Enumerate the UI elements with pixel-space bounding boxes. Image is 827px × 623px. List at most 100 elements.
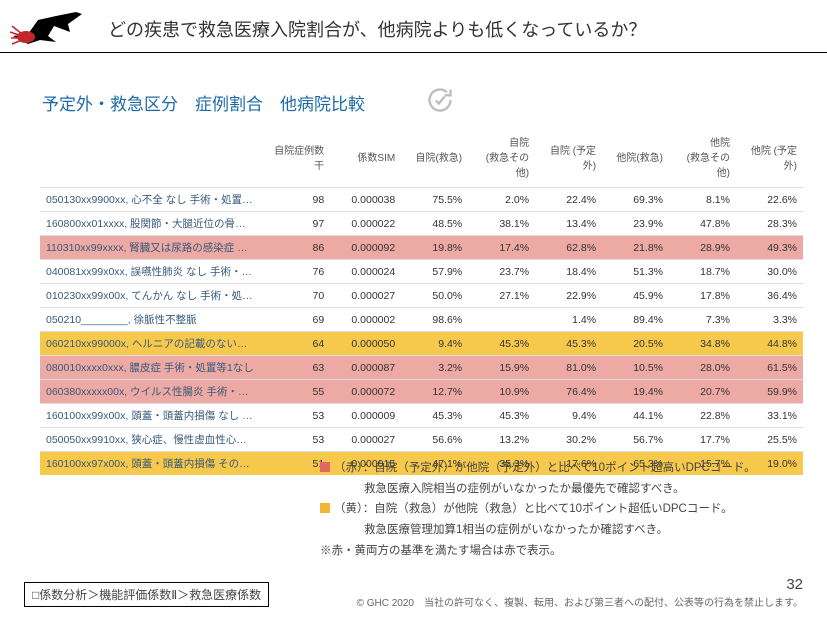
table-row: 060210xx99000x, ヘルニアの記載のない腸閉塞..640.00005… [40,332,803,356]
cell: 33.1% [736,404,803,428]
cell: 0.000024 [330,260,401,284]
cell: 0.000087 [330,356,401,380]
subtitle: 予定外・救急区分 症例割合 他病院比較 [42,90,365,115]
cell: 22.9% [535,284,602,308]
legend-note: ※赤・黄両方の基準を満たす場合は赤で表示。 [320,541,756,562]
cell: 19.8% [401,236,468,260]
cell: 28.9% [669,236,736,260]
row-label: 050210________, 徐脈性不整脈 [40,308,261,332]
cell: 53 [261,404,330,428]
cell: 7.3% [669,308,736,332]
row-label: 050050xx9910xx, 狭心症、慢性虚血性心疾患 なし.. [40,428,261,452]
comparison-table: 自院症例数 干係数SIM自院(救急)自院 (救急その他)自院 (予定外)他院(救… [40,130,803,475]
page-title: どの疾患で救急医療入院割合が、他病院よりも低くなっているか？ [108,16,646,42]
cell: 47.8% [669,212,736,236]
cell: 20.7% [669,380,736,404]
refresh-icon [426,86,454,117]
legend-yel-2: 救急医療管理加算1相当の症例がいなかったか確認すべき。 [364,524,668,536]
cell: 23.9% [602,212,669,236]
table-row: 050210________, 徐脈性不整脈690.00000298.6%1.4… [40,308,803,332]
row-label: 080010xxxx0xxx, 膿皮症 手術・処置等1なし [40,356,261,380]
cell: 81.0% [535,356,602,380]
cell: 21.8% [602,236,669,260]
cell: 48.5% [401,212,468,236]
cell: 22.8% [669,404,736,428]
cell: 9.4% [401,332,468,356]
table-row: 060380xxxxx00x, ウイルス性腸炎 手術・処置等2..550.000… [40,380,803,404]
cell: 3.2% [401,356,468,380]
row-label: 060210xx99000x, ヘルニアの記載のない腸閉塞.. [40,332,261,356]
table-row: 040081xx99x0xx, 誤嚥性肺炎 なし 手術・処置等2..760.00… [40,260,803,284]
cell: 17.8% [669,284,736,308]
cell: 0.000022 [330,212,401,236]
col-header: 自院(救急) [401,130,468,188]
col-header: 自院 (予定外) [535,130,602,188]
col-header: 係数SIM [330,130,401,188]
cell: 30.2% [535,428,602,452]
cell: 98 [261,188,330,212]
cell: 44.1% [602,404,669,428]
cell: 89.4% [602,308,669,332]
cell: 8.1% [669,188,736,212]
legend-red-2: 救急医療入院相当の症例がいなかったか最優先で確認すべき。 [364,483,685,495]
cell: 12.7% [401,380,468,404]
cell: 9.4% [535,404,602,428]
cell: 98.6% [401,308,468,332]
table-row: 160800xx01xxxx, 股関節・大腿近位の骨折 人工骨..970.000… [40,212,803,236]
table-row: 050050xx9910xx, 狭心症、慢性虚血性心疾患 なし..530.000… [40,428,803,452]
row-label: 060380xxxxx00x, ウイルス性腸炎 手術・処置等2.. [40,380,261,404]
cell: 13.4% [535,212,602,236]
row-label: 160800xx01xxxx, 股関節・大腿近位の骨折 人工骨.. [40,212,261,236]
cell: 38.1% [468,212,535,236]
logo [8,6,86,52]
cell: 18.7% [669,260,736,284]
cell: 62.8% [535,236,602,260]
cell: 56.6% [401,428,468,452]
cell: 86 [261,236,330,260]
cell: 0.000027 [330,428,401,452]
cell: 23.7% [468,260,535,284]
legend: （赤）：自院（予定外）が他院（予定外）と比べて10ポイント超高いDPCコード。 … [320,458,756,561]
cell: 17.7% [669,428,736,452]
cell: 2.0% [468,188,535,212]
col-header: 他院 (予定外) [736,130,803,188]
row-label: 160100xx97x00x, 頭蓋・頭蓋内損傷 その他の手術.. [40,452,261,476]
col-header: 自院 (救急その他) [468,130,535,188]
cell: 0.000072 [330,380,401,404]
cell: 45.3% [468,332,535,356]
col-header: 他院 (救急その他) [669,130,736,188]
cell: 17.4% [468,236,535,260]
cell: 63 [261,356,330,380]
cell: 19.4% [602,380,669,404]
legend-yel-1: （黄）：自院（救急）が他院（救急）と比べて10ポイント超低いDPCコード。 [334,503,733,515]
row-label: 050130xx9900xx, 心不全 なし 手術・処置等1なし.. [40,188,261,212]
cell: 45.3% [401,404,468,428]
cell: 53 [261,428,330,452]
row-label: 110310xx99xxxx, 腎臓又は尿路の感染症 なし [40,236,261,260]
col-header [40,130,261,188]
cell: 30.0% [736,260,803,284]
cell: 1.4% [535,308,602,332]
breadcrumb: □係数分析＞機能評価係数Ⅱ＞救急医療係数 [24,582,269,607]
cell: 44.8% [736,332,803,356]
cell: 70 [261,284,330,308]
cell: 36.4% [736,284,803,308]
table-row: 010230xx99x00x, てんかん なし 手術・処置等2な..700.00… [40,284,803,308]
table-row: 080010xxxx0xxx, 膿皮症 手術・処置等1なし630.0000873… [40,356,803,380]
cell: 51.3% [602,260,669,284]
row-label: 160100xx99x00x, 頭蓋・頭蓋内損傷 なし 手術・.. [40,404,261,428]
legend-yellow-icon [320,503,330,513]
cell: 3.3% [736,308,803,332]
cell: 28.0% [669,356,736,380]
cell: 10.9% [468,380,535,404]
table-row: 110310xx99xxxx, 腎臓又は尿路の感染症 なし860.0000921… [40,236,803,260]
cell [468,308,535,332]
table-row: 160100xx99x00x, 頭蓋・頭蓋内損傷 なし 手術・..530.000… [40,404,803,428]
page-number: 32 [357,576,803,593]
copyright: © GHC 2020 当社の許可なく、複製、転用、および第三者への配付、公表等の… [357,598,803,609]
cell: 0.000002 [330,308,401,332]
cell: 64 [261,332,330,356]
col-header: 他院(救急) [602,130,669,188]
cell: 56.7% [602,428,669,452]
cell: 27.1% [468,284,535,308]
